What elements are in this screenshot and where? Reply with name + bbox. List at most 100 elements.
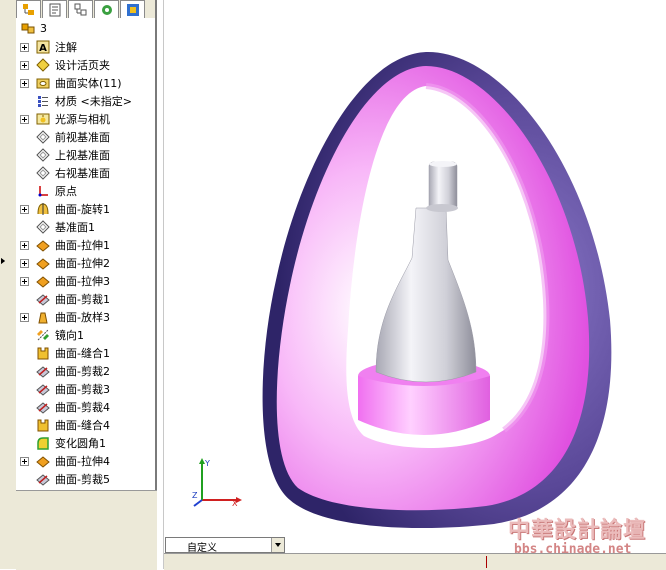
tree-item-surface-knit1[interactable]: 曲面-缝合1 xyxy=(20,344,110,362)
tree-item-surface-loft3[interactable]: 曲面-放样3 xyxy=(20,308,110,326)
surface-revolve-icon xyxy=(35,201,51,217)
left-collapse-strip[interactable] xyxy=(0,0,16,569)
lights-camera-icon xyxy=(35,111,51,127)
view-triad: X Y Z xyxy=(192,458,242,508)
tree-item-label: 曲面-拉伸4 xyxy=(55,455,110,468)
tree-item-surface-extrude1[interactable]: 曲面-拉伸1 xyxy=(20,236,110,254)
tree-item-label: 曲面-剪裁2 xyxy=(55,365,110,378)
tree-item-label: 设计活页夹 xyxy=(55,59,110,72)
tree-item-plane1[interactable]: 基准面1 xyxy=(20,218,95,236)
feature-tree-icon xyxy=(22,3,34,15)
site-watermark: 中華設計論壇 bbs.chinade.net xyxy=(506,512,662,562)
expand-icon[interactable] xyxy=(20,60,29,70)
tree-item-label: 曲面-剪裁3 xyxy=(55,383,110,396)
tree-item-label: 曲面-缝合4 xyxy=(55,419,110,432)
surface-trim-icon xyxy=(35,363,51,379)
tree-item-annotations[interactable]: A 注解 xyxy=(20,38,77,56)
tree-item-surface-knit4[interactable]: 曲面-缝合4 xyxy=(20,416,110,434)
tree-root[interactable]: 3 xyxy=(21,20,47,36)
tree-item-label: 曲面-剪裁1 xyxy=(55,293,110,306)
watermark-url: bbs.chinade.net xyxy=(514,542,632,557)
tree-item-surface-trim1[interactable]: 曲面-剪裁1 xyxy=(20,290,110,308)
configuration-manager-icon xyxy=(74,3,86,15)
tree-item-surface-trim5[interactable]: 曲面-剪裁5 xyxy=(20,470,110,488)
tree-item-mirror1[interactable]: 镜向1 xyxy=(20,326,84,344)
chevron-down-icon[interactable] xyxy=(271,538,284,552)
tree-item-origin[interactable]: 原点 xyxy=(20,182,77,200)
tree-item-surface-trim2[interactable]: 曲面-剪裁2 xyxy=(20,362,110,380)
tab-feature-manager[interactable] xyxy=(16,0,41,18)
tab-dimxpert-manager[interactable] xyxy=(94,0,119,18)
plane-icon xyxy=(35,165,51,181)
part-icon xyxy=(21,23,35,34)
panel-tab-bar xyxy=(16,0,155,18)
tree-item-label: 曲面-旋转1 xyxy=(55,203,110,216)
tree-item-design-binder[interactable]: 设计活页夹 xyxy=(20,56,110,74)
material-icon xyxy=(35,93,51,109)
svg-text:X: X xyxy=(232,499,238,508)
tree-item-label: 曲面-缝合1 xyxy=(55,347,110,360)
tree-item-variable-fillet1[interactable]: 变化圆角1 xyxy=(20,434,106,452)
tree-item-right-plane[interactable]: 右视基准面 xyxy=(20,164,110,182)
expand-icon[interactable] xyxy=(20,276,29,286)
tree-item-label: 注解 xyxy=(55,41,77,54)
surface-extrude-icon xyxy=(35,453,51,469)
tree-item-label: 基准面1 xyxy=(55,221,95,234)
expand-icon[interactable] xyxy=(20,114,29,124)
tree-item-label: 曲面-拉伸3 xyxy=(55,275,110,288)
tree-item-top-plane[interactable]: 上视基准面 xyxy=(20,146,110,164)
variable-fillet-icon xyxy=(35,435,51,451)
tree-item-surface-trim3[interactable]: 曲面-剪裁3 xyxy=(20,380,110,398)
tree-item-lights-cameras[interactable]: 光源与相机 xyxy=(20,110,110,128)
tree-item-label: 右视基准面 xyxy=(55,167,110,180)
tab-property-manager[interactable] xyxy=(42,0,67,18)
tree-item-label: 变化圆角1 xyxy=(55,437,106,450)
feature-manager-panel: 3 A 注解 设计活页夹 曲面实体(11) 材质 <未指定> 光源与相机 前视基… xyxy=(16,0,157,490)
plane-icon xyxy=(35,219,51,235)
tree-item-surface-trim4[interactable]: 曲面-剪裁4 xyxy=(20,398,110,416)
surface-trim-icon xyxy=(35,399,51,415)
bottle-neck xyxy=(428,161,458,211)
tree-item-label: 曲面-剪裁4 xyxy=(55,401,110,414)
surface-trim-icon xyxy=(35,471,51,487)
expand-icon[interactable] xyxy=(20,204,29,214)
configuration-combo[interactable]: 自定义 xyxy=(165,537,285,554)
panel-bottom-area xyxy=(16,490,157,570)
tree-item-label: 曲面-放样3 xyxy=(55,311,110,324)
design-binder-icon xyxy=(35,57,51,73)
tree-item-label: 镜向1 xyxy=(55,329,84,342)
expand-icon[interactable] xyxy=(20,78,29,88)
tree-item-label: 曲面-剪裁5 xyxy=(55,473,110,486)
plane-icon xyxy=(35,147,51,163)
tree-item-label: 曲面-拉伸1 xyxy=(55,239,110,252)
tree-item-surface-bodies[interactable]: 曲面实体(11) xyxy=(20,74,122,92)
expand-icon[interactable] xyxy=(20,42,29,52)
expand-icon[interactable] xyxy=(20,240,29,250)
surface-knit-icon xyxy=(35,417,51,433)
surface-extrude-icon xyxy=(35,273,51,289)
dimxpert-icon xyxy=(101,4,112,15)
tree-root-label: 3 xyxy=(40,21,47,35)
tree-item-front-plane[interactable]: 前视基准面 xyxy=(20,128,110,146)
tree-item-label: 曲面-拉伸2 xyxy=(55,257,110,270)
tree-item-material[interactable]: 材质 <未指定> xyxy=(20,92,132,110)
tree-item-surface-extrude3[interactable]: 曲面-拉伸3 xyxy=(20,272,110,290)
tree-item-surface-extrude4[interactable]: 曲面-拉伸4 xyxy=(20,452,110,470)
svg-text:Y: Y xyxy=(204,459,210,468)
tree-item-label: 上视基准面 xyxy=(55,149,110,162)
model-view[interactable]: X Y Z xyxy=(164,0,666,537)
expand-icon[interactable] xyxy=(20,258,29,268)
surface-knit-icon xyxy=(35,345,51,361)
surface-extrude-icon xyxy=(35,255,51,271)
tree-item-label: 原点 xyxy=(55,185,77,198)
tab-configuration-manager[interactable] xyxy=(68,0,93,18)
expand-icon[interactable] xyxy=(20,456,29,466)
tree-item-surface-revolve1[interactable]: 曲面-旋转1 xyxy=(20,200,110,218)
tree-item-surface-extrude2[interactable]: 曲面-拉伸2 xyxy=(20,254,110,272)
panel-toggle-arrow-icon[interactable] xyxy=(1,258,5,264)
graphics-viewport[interactable]: X Y Z xyxy=(164,0,666,537)
svg-text:Z: Z xyxy=(192,491,198,500)
expand-icon[interactable] xyxy=(20,312,29,322)
combo-value: 自定义 xyxy=(187,543,217,554)
tab-display-manager[interactable] xyxy=(120,0,145,18)
